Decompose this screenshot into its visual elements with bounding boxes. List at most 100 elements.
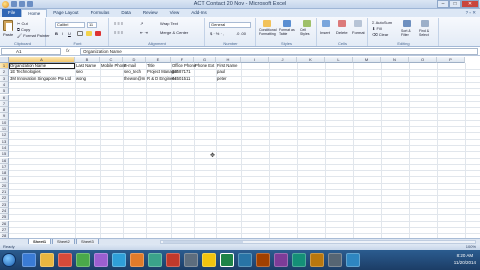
sort-filter-button[interactable]: Sort & Filter xyxy=(401,29,417,38)
cell-H1[interactable]: First Name xyxy=(216,63,237,69)
column-header-J[interactable]: J xyxy=(269,57,297,63)
font-size-combo[interactable]: 11 xyxy=(87,22,97,28)
scroll-thumb[interactable] xyxy=(163,241,243,243)
cell-D1[interactable]: E-mail xyxy=(123,63,136,69)
align-top-icon[interactable]: ≡ ≡ ≡ xyxy=(114,21,123,26)
tab-file[interactable]: File xyxy=(2,9,22,17)
merge-center-button[interactable]: Merge & Center xyxy=(160,30,188,35)
spreadsheet-grid[interactable]: A B C D E F G H I J K L M N O P 1 2 3 4 5 6 7 8 9 10 11 12 13 14 15 16 1… xyxy=(0,57,480,238)
conditional-formatting-icon[interactable] xyxy=(263,20,271,27)
cell-F3[interactable]: 64501511 xyxy=(171,76,190,82)
column-header-P[interactable]: P xyxy=(437,57,465,63)
bold-icon[interactable]: B xyxy=(55,31,58,36)
column-header-I[interactable]: I xyxy=(241,57,269,63)
number-format-combo[interactable]: General xyxy=(209,22,251,28)
ie-icon[interactable] xyxy=(22,253,36,267)
app-icon[interactable] xyxy=(328,253,342,267)
formula-input[interactable]: Organization Name xyxy=(80,48,478,55)
media-icon[interactable] xyxy=(58,253,72,267)
minimize-button[interactable]: – xyxy=(437,0,449,8)
tab-add-ins[interactable]: Add-Ins xyxy=(185,9,213,17)
app-icon[interactable] xyxy=(112,253,126,267)
maximize-button[interactable]: □ xyxy=(449,0,461,8)
start-button[interactable] xyxy=(2,253,16,267)
fill-color-icon[interactable] xyxy=(86,31,92,36)
indent-icon[interactable]: ⇤ ⇥ xyxy=(140,30,148,35)
conditional-formatting-button[interactable]: Conditional Formatting xyxy=(259,28,277,37)
insert-icon[interactable] xyxy=(322,20,330,27)
underline-icon[interactable]: U xyxy=(68,31,71,36)
cell-B2[interactable]: seo xyxy=(75,69,83,75)
app-icon[interactable] xyxy=(130,253,144,267)
app-icon[interactable] xyxy=(76,253,90,267)
column-header-K[interactable]: K xyxy=(297,57,325,63)
cell-F2[interactable]: 62587171 xyxy=(171,69,191,75)
column-header-O[interactable]: O xyxy=(409,57,437,63)
tab-page-layout[interactable]: Page Layout xyxy=(47,9,84,17)
app-icon[interactable] xyxy=(292,253,306,267)
help-icon[interactable]: ? ▫ ✕ xyxy=(466,10,476,16)
name-box[interactable]: A1 xyxy=(1,48,61,55)
column-header-N[interactable]: N xyxy=(381,57,409,63)
app-icon[interactable] xyxy=(166,253,180,267)
cell-A3[interactable]: 3M Innovation Singapore Pte Ltd xyxy=(9,76,71,82)
tab-home[interactable]: Home xyxy=(21,9,48,17)
tab-review[interactable]: Review xyxy=(137,9,164,17)
cell-D2[interactable]: seo_tech xyxy=(123,69,141,75)
cell-styles-icon[interactable] xyxy=(303,20,311,27)
cell-H2[interactable]: paul xyxy=(216,69,225,75)
tab-formulas[interactable]: Formulas xyxy=(85,9,116,17)
column-header-M[interactable]: M xyxy=(353,57,381,63)
italic-icon[interactable]: I xyxy=(62,31,63,36)
format-as-table-icon[interactable] xyxy=(283,20,291,27)
font-color-icon[interactable] xyxy=(95,31,101,36)
format-icon[interactable] xyxy=(354,20,362,27)
wrap-text-button[interactable]: Wrap Text xyxy=(160,21,178,26)
cell-B3[interactable]: wong xyxy=(75,76,86,82)
insert-button[interactable]: Insert xyxy=(320,30,330,35)
copy-icon[interactable]: ⧉ Copy xyxy=(17,27,30,32)
tab-data[interactable]: Data xyxy=(115,9,137,17)
delete-button[interactable]: Delete xyxy=(336,30,348,35)
find-select-button[interactable]: Find & Select xyxy=(419,29,437,38)
decimal-icon[interactable]: .0 .00 xyxy=(236,31,246,36)
paste-icon[interactable] xyxy=(3,20,13,31)
delete-icon[interactable] xyxy=(338,20,346,27)
tab-view[interactable]: View xyxy=(164,9,186,17)
app-icon[interactable] xyxy=(346,253,360,267)
clear-button[interactable]: ⌫ Clear xyxy=(372,32,388,37)
cell-D3[interactable]: thewon@m xyxy=(123,76,145,82)
cell-E1[interactable]: Title xyxy=(146,63,155,69)
app-icon[interactable] xyxy=(256,253,270,267)
app-icon[interactable] xyxy=(310,253,324,267)
align-left-icon[interactable]: ≡ ≡ ≡ xyxy=(114,30,123,35)
font-name-combo[interactable]: Calibri xyxy=(55,22,85,28)
excel-taskbar-icon[interactable] xyxy=(220,253,234,267)
orientation-icon[interactable]: ↗ xyxy=(140,21,143,26)
explorer-icon[interactable] xyxy=(40,253,54,267)
fx-icon[interactable]: fx xyxy=(66,48,70,53)
app-icon[interactable] xyxy=(148,253,162,267)
fill-button[interactable]: ⬇ Fill xyxy=(372,26,382,31)
cell-styles-button[interactable]: Cell Styles xyxy=(300,28,316,37)
borders-icon[interactable] xyxy=(77,31,83,36)
format-as-table-button[interactable]: Format as Table xyxy=(279,28,297,37)
cell-G1[interactable]: Phone Ext xyxy=(194,63,214,69)
cell-F1[interactable]: Office Phone xyxy=(171,63,196,69)
cell-B1[interactable]: Last Name xyxy=(75,63,96,69)
cell-A2[interactable]: 1E Technologies xyxy=(9,69,41,75)
format-painter-icon[interactable]: 🖌 Format Painter xyxy=(17,33,50,38)
cell-H3[interactable]: peter xyxy=(216,76,227,82)
app-icon[interactable] xyxy=(238,253,252,267)
cut-icon[interactable]: ✂ Cut xyxy=(17,21,28,26)
app-icon[interactable] xyxy=(94,253,108,267)
format-button[interactable]: Format xyxy=(352,30,365,35)
currency-icon[interactable]: $ · % · , xyxy=(210,31,224,36)
app-icon[interactable] xyxy=(274,253,288,267)
app-icon[interactable] xyxy=(184,253,198,267)
system-tray-clock[interactable]: 8:20 AM 11/20/2014 xyxy=(454,252,476,266)
autosum-button[interactable]: Σ AutoSum xyxy=(372,20,392,25)
column-header-L[interactable]: L xyxy=(325,57,353,63)
close-button[interactable]: ✕ xyxy=(461,0,479,8)
app-icon[interactable] xyxy=(202,253,216,267)
